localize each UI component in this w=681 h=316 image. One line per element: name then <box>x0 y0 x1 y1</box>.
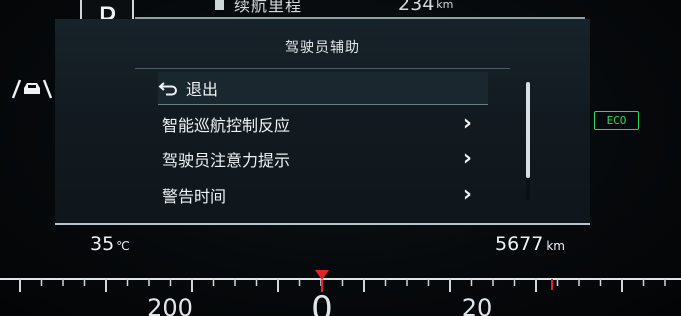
range-label: 续航里程 <box>234 0 303 15</box>
menu-item-warning-time[interactable]: 警告时间 › <box>158 179 488 211</box>
menu-item-label: 智能巡航控制反应 <box>162 116 291 135</box>
menu-item-exit[interactable]: 退出 <box>158 72 488 105</box>
menu-item-label: 驾驶员注意力提示 <box>162 151 291 170</box>
odometer-unit: km <box>546 239 565 253</box>
menu-item-label: 退出 <box>186 80 219 99</box>
menu-item-cruise-control[interactable]: 智能巡航控制反应 › <box>158 108 488 140</box>
title-divider <box>135 68 510 69</box>
eco-mode-badge: ECO <box>594 111 639 130</box>
temperature-value: 35 <box>90 233 115 255</box>
lane-assist-car-icon <box>10 76 54 100</box>
gauge-label: 0 <box>311 289 333 316</box>
gauge-label: 20 <box>462 294 493 316</box>
range-display: 续航里程 234 km <box>215 0 453 16</box>
temperature-unit: ℃ <box>116 239 130 253</box>
odometer-value: 5677 <box>495 233 544 255</box>
fuel-pump-icon <box>215 0 224 10</box>
scrollbar-thumb[interactable] <box>526 82 530 178</box>
chevron-right-icon: › <box>462 146 472 171</box>
gauge-label: 200 <box>147 294 193 316</box>
menu-item-label: 警告时间 <box>162 187 227 206</box>
driver-assist-menu: 驾驶员辅助 退出 智能巡航控制反应 › 驾驶员注意力提示 › 警告时间 › <box>55 19 590 225</box>
menu-item-attention-assist[interactable]: 驾驶员注意力提示 › <box>158 143 488 175</box>
gauge-scale: 200 0 20 <box>0 270 681 316</box>
back-arrow-icon <box>158 80 180 96</box>
chevron-right-icon: › <box>462 111 472 136</box>
outside-temperature: 35 ℃ <box>90 233 130 255</box>
menu-scrollbar[interactable] <box>526 82 530 200</box>
chevron-right-icon: › <box>462 182 472 207</box>
range-unit: km <box>436 0 454 11</box>
odometer: 5677 km <box>495 233 565 255</box>
range-value: 234 <box>398 0 435 15</box>
menu-title: 驾驶员辅助 <box>285 40 360 56</box>
